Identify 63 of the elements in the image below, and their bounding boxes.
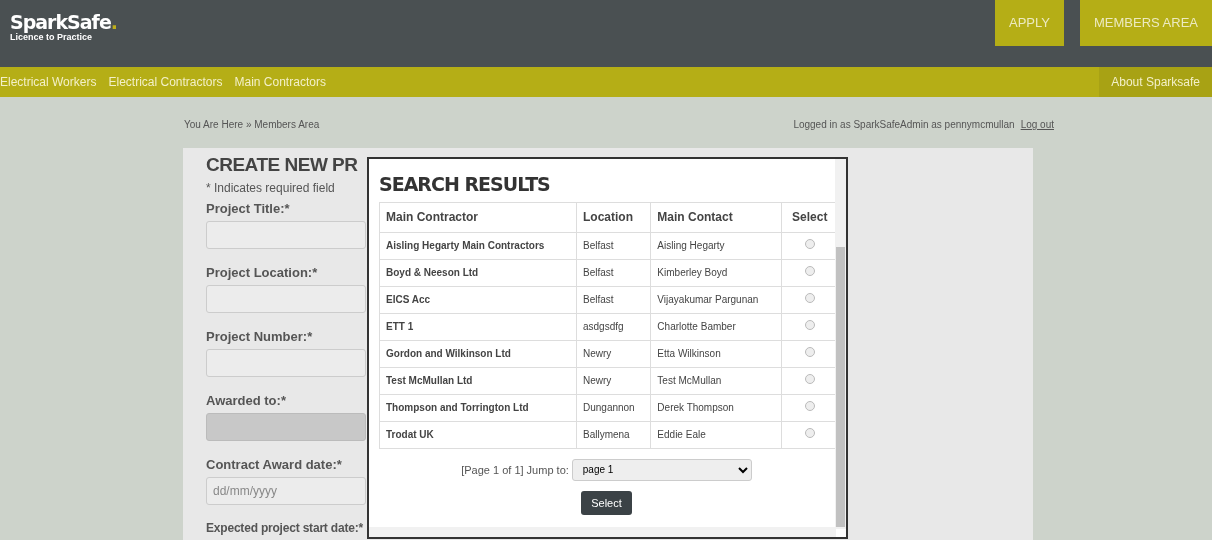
- table-cell: Test McMullan Ltd: [379, 367, 577, 395]
- field-label: Project Location:*: [206, 264, 318, 280]
- input-field[interactable]: [206, 220, 366, 249]
- radio-button[interactable]: [804, 239, 815, 250]
- table-cell: Aisling Hegarty: [650, 232, 782, 260]
- radio-button[interactable]: [804, 374, 815, 385]
- select-button[interactable]: Select: [581, 490, 632, 516]
- horizontal-scrollbar[interactable]: [369, 527, 836, 537]
- required-note: * Indicates required field: [206, 179, 335, 197]
- logout-link[interactable]: Log out: [1020, 119, 1054, 130]
- column-header: Location: [576, 202, 651, 233]
- radio-button[interactable]: [804, 320, 815, 331]
- input-field[interactable]: dd/mm/yyyy: [206, 476, 366, 505]
- vertical-scrollbar[interactable]: [835, 159, 846, 529]
- table-cell: Boyd & Neeson Ltd: [379, 259, 577, 287]
- table-cell: Etta Wilkinson: [650, 340, 782, 368]
- field-label: Contract Award date:*: [206, 456, 342, 472]
- radio-button[interactable]: [804, 428, 815, 439]
- header-button[interactable]: APPLY: [995, 0, 1064, 46]
- field-label: Awarded to:*: [206, 392, 286, 408]
- header-button[interactable]: MEMBERS AREA: [1079, 0, 1212, 46]
- scrollbar-thumb[interactable]: [836, 247, 845, 527]
- radio-button[interactable]: [804, 347, 815, 358]
- pager-text: [Page 1 of 1] Jump to:: [461, 462, 569, 478]
- table-cell: Eddie Eale: [650, 421, 782, 449]
- nav-link[interactable]: Electrical Contractors: [108, 67, 235, 97]
- table-cell: Charlotte Bamber: [650, 313, 782, 341]
- table-cell: Belfast: [576, 232, 651, 260]
- field-label: Project Title:*: [206, 200, 290, 216]
- radio-button[interactable]: [804, 293, 815, 304]
- table-cell: Belfast: [576, 286, 651, 314]
- field-label: Expected project start date:*: [206, 520, 363, 536]
- field-label: Project Number:*: [206, 328, 313, 344]
- column-header: Main Contact: [650, 202, 782, 233]
- breadcrumb: You Are Here » Members Area: [184, 118, 320, 132]
- table-cell: asdgsdfg: [576, 313, 651, 341]
- nav-link[interactable]: Main Contractors: [234, 67, 338, 97]
- table-cell: Kimberley Boyd: [650, 259, 782, 287]
- table-cell: Test McMullan: [650, 367, 782, 395]
- page-title: CREATE NEW PR: [206, 154, 358, 177]
- table-cell: Gordon and Wilkinson Ltd: [379, 340, 577, 368]
- page-dropdown[interactable]: page 1: [571, 458, 752, 481]
- table-cell: Newry: [576, 367, 651, 395]
- table-cell: EICS Acc: [379, 286, 577, 314]
- radio-button[interactable]: [804, 401, 815, 412]
- input-field[interactable]: [206, 348, 366, 377]
- dialog-title: SEARCH RESULTS: [379, 173, 551, 196]
- logo[interactable]: SparkSafe. Licence to Practice: [0, 0, 127, 67]
- column-header: Main Contractor: [379, 202, 577, 233]
- table-cell: Ballymena: [576, 421, 651, 449]
- table-cell: Dungannon: [576, 394, 651, 422]
- input-field[interactable]: [206, 284, 366, 313]
- table-cell: Newry: [576, 340, 651, 368]
- table-cell: Derek Thompson: [650, 394, 782, 422]
- login-status: Logged in as SparkSafeAdmin as pennymcmullan: [793, 119, 1015, 130]
- radio-button[interactable]: [804, 266, 815, 277]
- table-cell: Vijayakumar Pargunan: [650, 286, 782, 314]
- table-cell: Trodat UK: [379, 421, 577, 449]
- table-cell: Thompson and Torrington Ltd: [379, 394, 577, 422]
- table-cell: Belfast: [576, 259, 651, 287]
- table-cell: Aisling Hegarty Main Contractors: [379, 232, 577, 260]
- table-cell: ETT 1: [379, 313, 577, 341]
- nav-link[interactable]: Electrical Workers: [0, 67, 109, 97]
